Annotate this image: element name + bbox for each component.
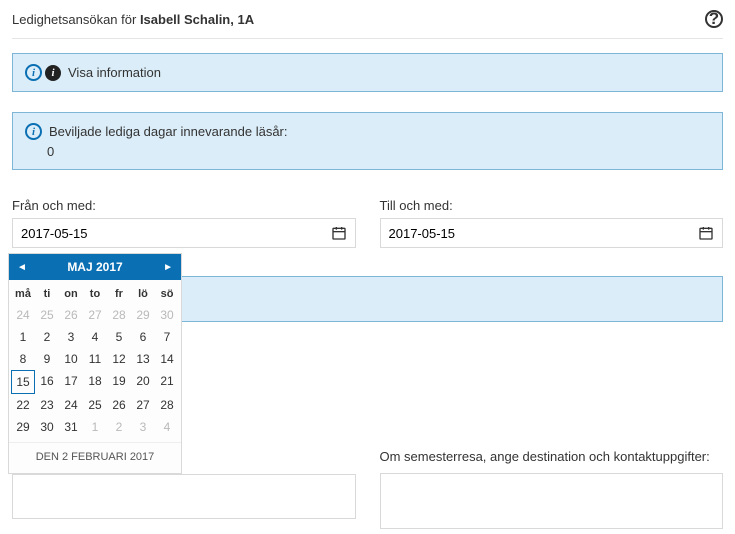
info-icon: i <box>25 123 42 140</box>
info-banner-show-info[interactable]: i i Visa information <box>12 53 723 92</box>
datepicker-popover: ◄ MAJ 2017 ► måtiontofrlösö2425262728293… <box>8 253 182 474</box>
datepicker-day[interactable]: 12 <box>107 348 131 370</box>
to-date-field[interactable] <box>389 226 699 241</box>
datepicker-day[interactable]: 3 <box>131 416 155 438</box>
datepicker-day[interactable]: 27 <box>83 304 107 326</box>
destination-textarea[interactable] <box>380 473 724 529</box>
datepicker-day[interactable]: 16 <box>35 370 59 394</box>
page-header: Ledighetsansökan för Isabell Schalin, 1A… <box>12 10 723 39</box>
datepicker-day[interactable]: 22 <box>11 394 35 416</box>
datepicker-day[interactable]: 28 <box>155 394 179 416</box>
calendar-icon[interactable] <box>698 225 714 241</box>
approved-days-count: 0 <box>47 144 710 159</box>
from-date-input[interactable] <box>12 218 356 248</box>
datepicker-dow: ti <box>35 284 59 304</box>
datepicker-day[interactable]: 7 <box>155 326 179 348</box>
to-date-input[interactable] <box>380 218 724 248</box>
datepicker-day[interactable]: 24 <box>59 394 83 416</box>
datepicker-day[interactable]: 24 <box>11 304 35 326</box>
datepicker-dow: lö <box>131 284 155 304</box>
datepicker-day[interactable]: 25 <box>35 304 59 326</box>
datepicker-day[interactable]: 23 <box>35 394 59 416</box>
approved-days-label: Beviljade lediga dagar innevarande läsår… <box>49 124 288 139</box>
datepicker-day[interactable]: 1 <box>83 416 107 438</box>
destination-label: Om semesterresa, ange destination och ko… <box>380 449 724 464</box>
info-icon-solid: i <box>45 65 61 81</box>
datepicker-dow: on <box>59 284 83 304</box>
datepicker-day[interactable]: 8 <box>11 348 35 370</box>
datepicker-day[interactable]: 17 <box>59 370 83 394</box>
datepicker-day[interactable]: 26 <box>59 304 83 326</box>
help-icon[interactable]: ? <box>705 10 723 28</box>
datepicker-day[interactable]: 14 <box>155 348 179 370</box>
datepicker-day[interactable]: 30 <box>155 304 179 326</box>
datepicker-day[interactable]: 27 <box>131 394 155 416</box>
datepicker-day[interactable]: 6 <box>131 326 155 348</box>
datepicker-day[interactable]: 9 <box>35 348 59 370</box>
datepicker-day[interactable]: 29 <box>131 304 155 326</box>
datepicker-day[interactable]: 2 <box>107 416 131 438</box>
datepicker-day[interactable]: 4 <box>155 416 179 438</box>
datepicker-header: ◄ MAJ 2017 ► <box>9 254 181 280</box>
datepicker-day[interactable]: 4 <box>83 326 107 348</box>
date-range-row: Från och med: Till och med: <box>12 198 723 248</box>
datepicker-day[interactable]: 18 <box>83 370 107 394</box>
datepicker-day[interactable]: 1 <box>11 326 35 348</box>
datepicker-month-label: MAJ 2017 <box>67 260 122 274</box>
datepicker-day[interactable]: 28 <box>107 304 131 326</box>
info-banner-approved-days: i Beviljade lediga dagar innevarande läs… <box>12 112 723 170</box>
datepicker-dow: må <box>11 284 35 304</box>
from-date-label: Från och med: <box>12 198 356 213</box>
info-banner-text: Visa information <box>68 65 161 80</box>
datepicker-day[interactable]: 2 <box>35 326 59 348</box>
datepicker-day[interactable]: 30 <box>35 416 59 438</box>
datepicker-day[interactable]: 13 <box>131 348 155 370</box>
info-icon: i <box>25 64 42 81</box>
datepicker-today-label[interactable]: DEN 2 FEBRUARI 2017 <box>9 442 181 473</box>
datepicker-day[interactable]: 5 <box>107 326 131 348</box>
from-date-field[interactable] <box>21 226 331 241</box>
datepicker-day[interactable]: 19 <box>107 370 131 394</box>
datepicker-day[interactable]: 11 <box>83 348 107 370</box>
datepicker-grid: måtiontofrlösö24252627282930123456789101… <box>9 280 181 440</box>
datepicker-day[interactable]: 29 <box>11 416 35 438</box>
left-notes-textarea[interactable] <box>12 474 356 519</box>
datepicker-dow: fr <box>107 284 131 304</box>
datepicker-day[interactable]: 31 <box>59 416 83 438</box>
to-date-label: Till och med: <box>380 198 724 213</box>
page-title: Ledighetsansökan för Isabell Schalin, 1A <box>12 12 254 27</box>
datepicker-day[interactable]: 3 <box>59 326 83 348</box>
datepicker-next-month[interactable]: ► <box>163 262 173 273</box>
datepicker-day[interactable]: 25 <box>83 394 107 416</box>
datepicker-day[interactable]: 21 <box>155 370 179 394</box>
datepicker-day[interactable]: 15 <box>11 370 35 394</box>
datepicker-day[interactable]: 10 <box>59 348 83 370</box>
datepicker-prev-month[interactable]: ◄ <box>17 262 27 273</box>
datepicker-day[interactable]: 26 <box>107 394 131 416</box>
calendar-icon[interactable] <box>331 225 347 241</box>
datepicker-dow: sö <box>155 284 179 304</box>
datepicker-day[interactable]: 20 <box>131 370 155 394</box>
datepicker-dow: to <box>83 284 107 304</box>
